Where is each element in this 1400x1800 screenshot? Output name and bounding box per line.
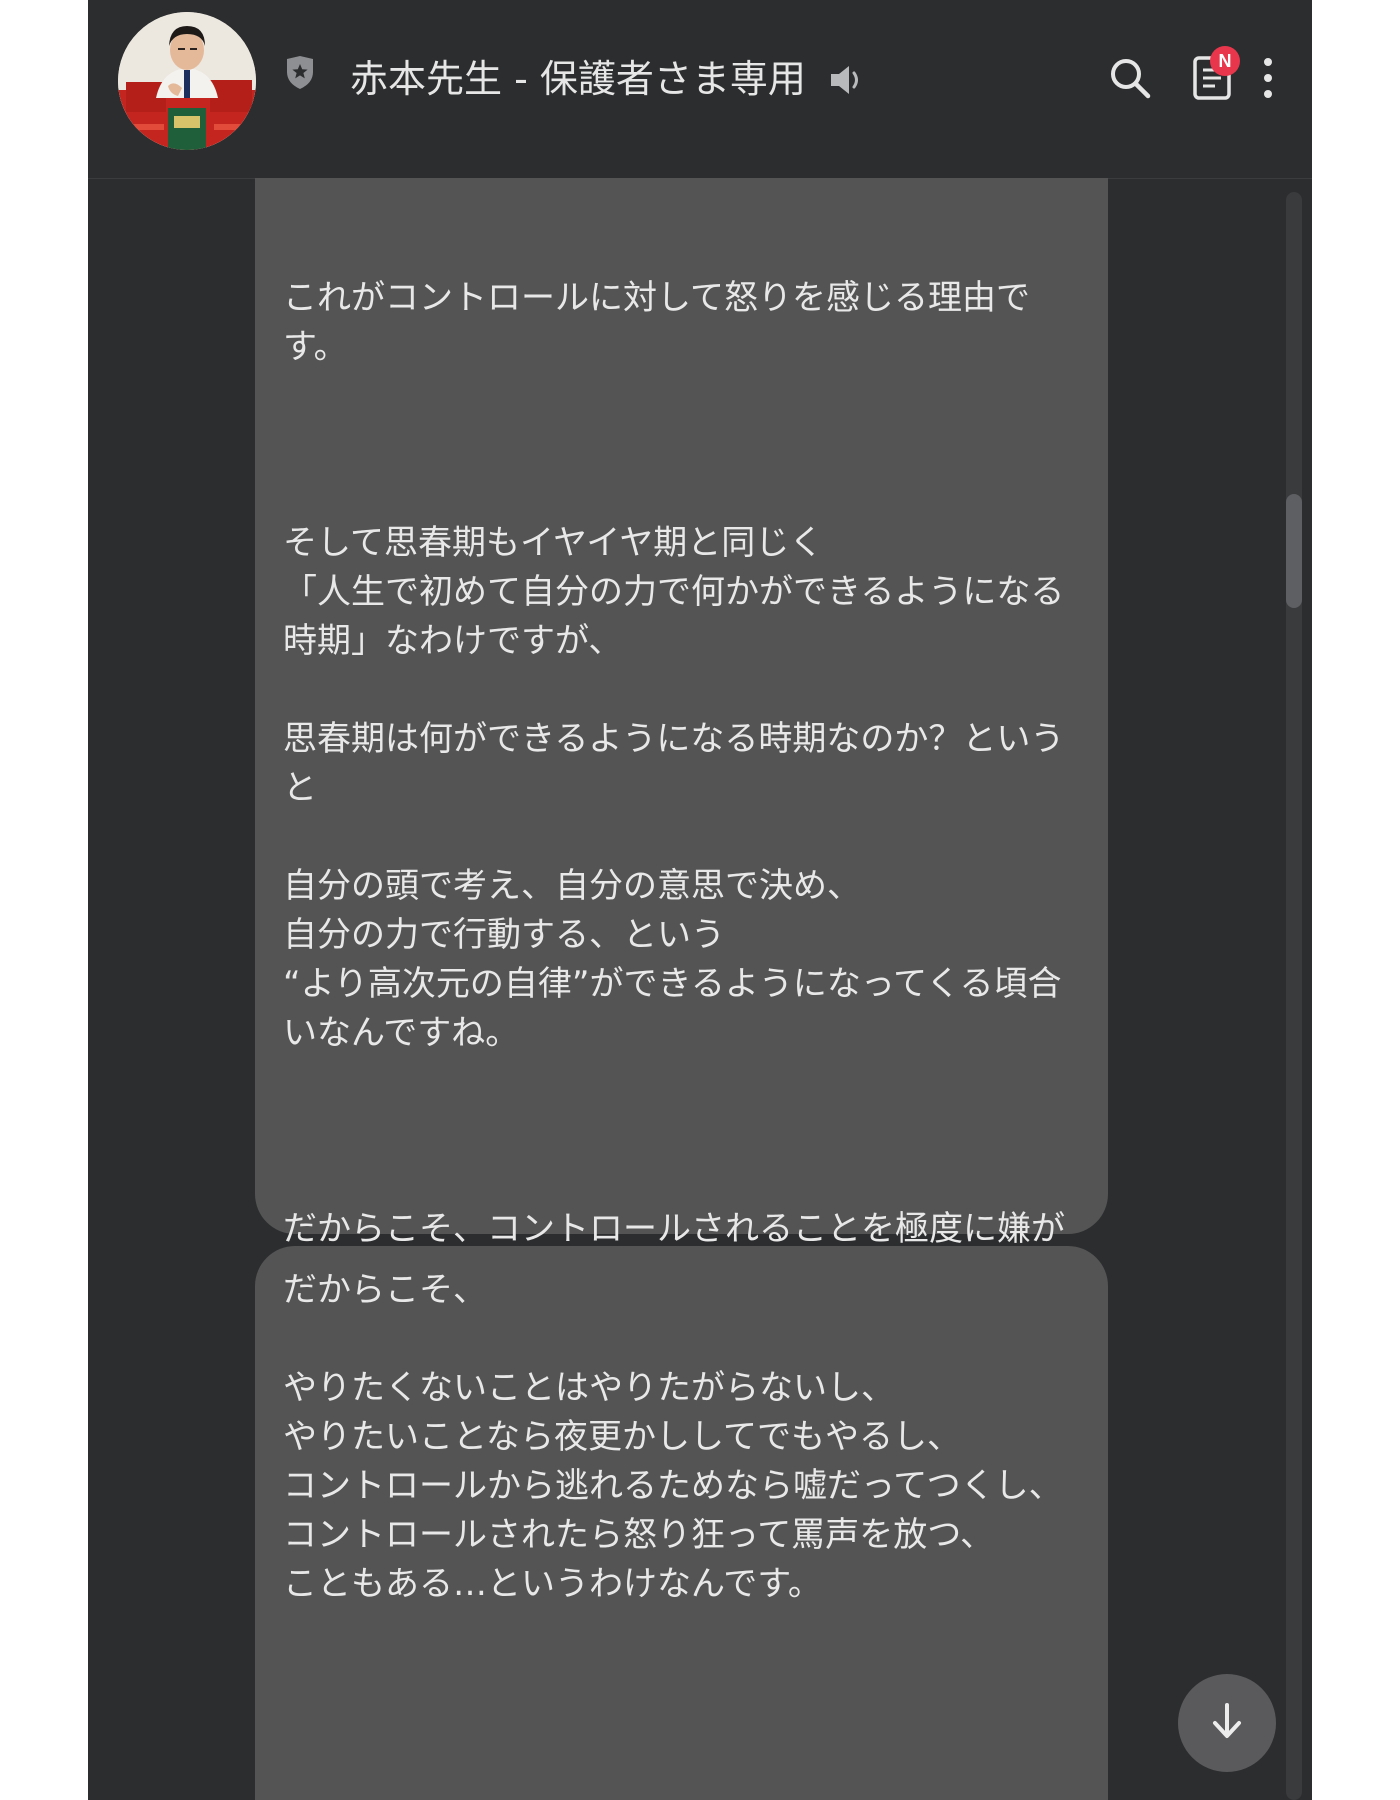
scroll-to-bottom-button[interactable] bbox=[1178, 1674, 1276, 1772]
speaker-icon bbox=[828, 62, 868, 98]
message-text: これがコントロールに対して怒りを感じる理由です。 そして思春期もイヤイヤ期と同じ… bbox=[283, 278, 1065, 1298]
message-text: だからこそ、 やりたくないことはやりたがらないし、 やりたいことなら夜更かしして… bbox=[283, 1270, 1063, 1604]
more-vert-icon bbox=[1262, 56, 1274, 104]
chat-header: 赤本先生 - 保護者さま専用 N bbox=[88, 0, 1312, 179]
shield-star-icon bbox=[285, 56, 315, 90]
more-options-button[interactable] bbox=[1248, 50, 1288, 110]
search-icon bbox=[1108, 56, 1152, 104]
arrow-down-icon bbox=[1209, 1701, 1245, 1745]
scrollbar-track[interactable] bbox=[1286, 192, 1302, 1800]
chat-title: 赤本先生 - 保護者さま専用 bbox=[350, 57, 806, 101]
message-bubble: これがコントロールに対して怒りを感じる理由です。 そして思春期もイヤイヤ期と同じ… bbox=[255, 178, 1108, 1298]
scrollbar-thumb[interactable] bbox=[1286, 494, 1302, 608]
search-button[interactable] bbox=[1100, 50, 1160, 110]
avatar[interactable] bbox=[118, 12, 256, 150]
message-bubble: だからこそ、 やりたくないことはやりたがらないし、 やりたいことなら夜更かしして… bbox=[255, 1246, 1108, 1800]
avatar-photo bbox=[118, 12, 256, 150]
chat-screen: 赤本先生 - 保護者さま専用 N これがコントロールに対して怒りを感じる理由です… bbox=[88, 0, 1312, 1800]
notes-badge: N bbox=[1210, 46, 1240, 76]
